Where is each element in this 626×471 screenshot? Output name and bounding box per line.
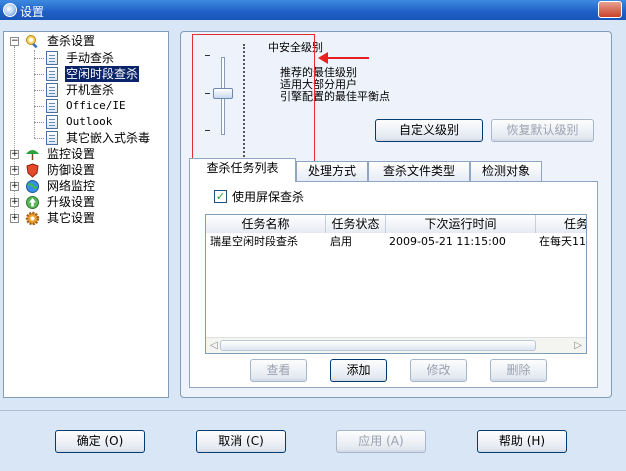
column-header-task-name[interactable]: 任务名称 [206,215,326,233]
footer-separator [0,410,626,411]
tree-item-outlook[interactable]: Outlook [65,114,113,130]
screensaver-scan-checkbox[interactable]: ✓ [214,190,227,203]
tree-line [34,58,44,59]
tree-item-scan-settings[interactable]: 查杀设置 [46,33,96,49]
tree-line [34,74,44,75]
delete-task-button[interactable]: 删除 [490,359,547,382]
edit-task-button[interactable]: 修改 [410,359,467,382]
column-header-task-period[interactable]: 任务 [536,215,586,233]
tree-line [34,106,44,107]
gear-icon [25,211,40,226]
scroll-right-icon[interactable]: ▷ [574,340,582,351]
shield-icon [25,163,40,178]
umbrella-icon [25,147,40,162]
cancel-button[interactable]: 取消 (C) [196,430,286,453]
tree-line [14,46,15,220]
document-icon [46,115,58,129]
expand-toggle[interactable]: + [10,198,19,207]
expand-toggle[interactable]: + [10,150,19,159]
tree-item-office-ie[interactable]: Office/IE [65,98,127,114]
tree-item-embedded-antivirus[interactable]: 其它嵌入式杀毒 [65,130,151,146]
scrollbar-thumb[interactable] [220,340,536,351]
title-bar: 设置 [0,0,626,20]
tree-item-startup-scan[interactable]: 开机查杀 [65,82,115,98]
tree-line [34,90,44,91]
tree-line [34,138,44,139]
task-period-cell: 在每天11 [539,235,586,248]
tab-scan-task-list[interactable]: 查杀任务列表 [189,158,296,182]
custom-level-button[interactable]: 自定义级别 [375,119,483,142]
horizontal-scrollbar[interactable]: ◁ ▷ [206,337,586,353]
task-list: 任务名称 任务状态 下次运行时间 任务 瑞星空闲时段查杀 启用 2009-05-… [205,214,587,354]
expand-toggle[interactable]: + [10,214,19,223]
tree-line [34,122,44,123]
add-task-button[interactable]: 添加 [330,359,387,382]
ok-button[interactable]: 确定 (O) [55,430,145,453]
tree-item-defense-settings[interactable]: 防御设置 [46,162,96,178]
annotation-arrow-line [326,57,369,59]
document-icon [46,51,58,65]
scan-settings-icon [25,34,40,49]
tree-item-network-monitor[interactable]: 网络监控 [46,178,96,194]
tree-item-idle-scan[interactable]: 空闲时段查杀 [65,66,140,82]
expand-toggle[interactable]: + [10,182,19,191]
globe-icon [25,179,40,194]
scroll-left-icon[interactable]: ◁ [210,340,218,351]
task-name-cell: 瑞星空闲时段查杀 [210,235,298,248]
document-icon [46,99,58,113]
expand-toggle[interactable]: + [10,166,19,175]
tab-file-types[interactable]: 查杀文件类型 [368,161,470,181]
document-icon [46,83,58,97]
next-run-cell: 2009-05-21 11:15:00 [389,235,506,248]
document-icon [46,131,58,145]
tab-handling-method[interactable]: 处理方式 [296,161,368,181]
tree-item-manual-scan[interactable]: 手动查杀 [65,50,115,66]
document-icon [46,67,58,81]
tab-detect-objects[interactable]: 检测对象 [470,161,542,181]
window-title: 设置 [20,5,45,19]
restore-default-level-button[interactable]: 恢复默认级别 [491,119,594,142]
collapse-toggle[interactable]: − [10,37,19,46]
view-task-button[interactable]: 查看 [250,359,307,382]
tree-item-other-settings[interactable]: 其它设置 [46,210,96,226]
app-icon [3,3,17,17]
close-button[interactable] [598,1,622,18]
tree-item-upgrade-settings[interactable]: 升级设置 [46,194,96,210]
column-header-task-status[interactable]: 任务状态 [326,215,386,233]
screensaver-scan-label: 使用屏保查杀 [232,190,305,204]
help-button[interactable]: 帮助 (H) [477,430,567,453]
settings-tree: − 查杀设置 手动查杀 空闲时段查杀 开机查杀 Office/IE Outloo… [3,31,169,398]
task-status-cell: 启用 [330,235,352,248]
upgrade-icon [25,195,40,210]
tree-item-monitor-settings[interactable]: 监控设置 [46,146,96,162]
apply-button[interactable]: 应用 (A) [336,430,426,453]
column-header-next-run[interactable]: 下次运行时间 [386,215,536,233]
tree-line [34,50,35,138]
